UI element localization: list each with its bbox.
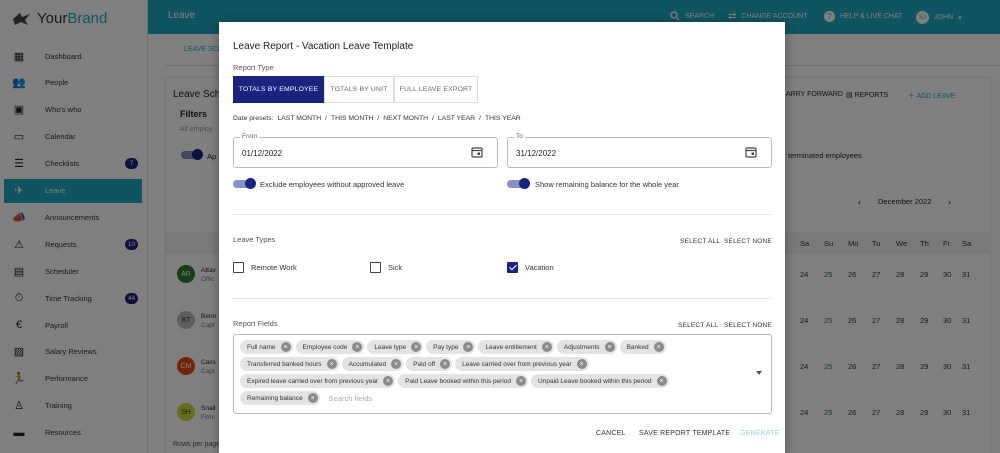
preset-last-month[interactable]: LAST MONTH [277,115,321,122]
remove-chip-icon[interactable]: × [604,342,615,352]
report-field-chips: Full name × Employee code × Leave type × Pay t… [240,340,740,405]
vacation-label: Vacation [525,263,554,272]
remove-chip-icon[interactable]: × [352,342,363,352]
report-field-chip-label: Adjustments [563,343,600,351]
remove-chip-icon[interactable]: × [391,359,402,369]
remote-work-checkbox[interactable] [233,262,244,273]
report-field-chip-label: Banked [626,343,649,351]
vacation-checkbox[interactable] [507,262,518,273]
remove-chip-icon[interactable]: × [440,359,451,369]
remove-chip-icon[interactable]: × [653,342,664,352]
from-date-field[interactable]: From 01/12/2022 [233,133,498,168]
remove-chip-icon[interactable]: × [411,342,422,352]
remove-chip-icon[interactable]: × [326,359,337,369]
divider [233,214,771,215]
calendar-icon[interactable] [745,146,757,158]
preset-this-year[interactable]: THIS YEAR [485,115,521,122]
report-field-chip-label: Leave entitlement [485,343,537,351]
search-fields-input[interactable]: Search fields [323,391,372,405]
report-field-chip-label: Remaining balance [247,394,303,402]
show-balance-label: Show remaining balance for the whole yea… [535,180,679,189]
leave-types-select-none[interactable]: SELECT NONE [724,238,772,245]
report-field-chip-label: Pay type [433,343,459,351]
report-fields-select-all[interactable]: SELECT ALL [678,322,718,329]
report-field-chip-label: Employee code [302,343,348,351]
remove-chip-icon[interactable]: × [656,376,667,386]
exclude-without-leave-label: Exclude employees without approved leave [260,180,405,189]
report-field-chip-label: Leave type [374,343,407,351]
remote-work-label: Remote Work [251,263,297,272]
report-field-chip: Transferred banked hours × [240,357,339,371]
report-field-chip: Adjustments × [556,340,617,354]
from-date-value[interactable]: 01/12/2022 [242,149,282,158]
report-field-chip: Leave entitlement × [478,340,554,354]
to-date-value[interactable]: 31/12/2022 [516,149,556,158]
report-field-chip: Employee code × [295,340,365,354]
remove-chip-icon[interactable]: × [307,393,318,403]
report-field-chip: Full name × [240,340,293,354]
preset-next-month[interactable]: NEXT MONTH [383,115,428,122]
cancel-button[interactable]: CANCEL [596,430,626,437]
leave-types-label: Leave Types [233,235,276,244]
report-field-chip-label: Paid off [413,360,436,368]
calendar-icon[interactable] [471,146,483,158]
report-type-totals-by-unit[interactable]: TOTALS BY UNIT [324,76,394,103]
remove-chip-icon[interactable]: × [516,376,527,386]
show-balance-toggle[interactable] [507,178,530,189]
report-type-full-leave-export[interactable]: FULL LEAVE EXPORT [394,76,478,103]
preset-this-month[interactable]: THIS MONTH [331,115,373,122]
sick-label: Sick [388,263,403,272]
remove-chip-icon[interactable]: × [463,342,474,352]
preset-last-year[interactable]: LAST YEAR [438,115,475,122]
leave-types-select-all[interactable]: SELECT ALL [680,238,720,245]
save-report-template-button[interactable]: SAVE REPORT TEMPLATE [639,430,730,437]
report-field-chip: Banked × [619,340,666,354]
remove-chip-icon[interactable]: × [383,376,394,386]
exclude-without-leave-toggle[interactable] [233,178,256,189]
report-field-chip-label: Transferred banked hours [247,360,322,368]
report-field-chip: Paid Leave booked within this period × [398,374,529,388]
report-field-chip: Expired leave carried over from previous… [240,374,396,388]
date-presets: Date presets: LAST MONTH / THIS MONTH / NE… [233,115,521,122]
to-date-label: To [514,133,525,140]
report-field-chip-label: Full name [247,343,276,351]
report-field-chip: Accumulated × [341,357,404,371]
report-field-chip-label: Accumulated [348,360,387,368]
remove-chip-icon[interactable]: × [280,342,291,352]
remove-chip-icon[interactable]: × [541,342,552,352]
report-type-totals-by-employee[interactable]: TOTALS BY EMPLOYEE [233,76,324,103]
dialog-title: Leave Report - Vacation Leave Template [233,41,414,52]
report-field-chip: Leave type × [367,340,424,354]
remove-chip-icon[interactable]: × [576,359,587,369]
dropdown-arrow-icon[interactable] [756,371,762,375]
date-presets-label: Date presets: [233,115,274,122]
report-fields-select[interactable]: Full name × Employee code × Leave type × Pay t… [233,334,772,414]
report-type-label: Report Type [233,63,274,72]
report-fields-select-none[interactable]: SELECT NONE [724,322,772,329]
from-date-label: From [240,133,260,140]
report-field-chip: Remaining balance × [240,391,320,405]
report-field-chip: Leave carried over from previous year × [455,357,589,371]
report-field-chip-label: Expired leave carried over from previous… [247,377,379,385]
leave-report-dialog: Leave Report - Vacation Leave Template R… [219,22,785,453]
report-field-chip: Pay type × [426,340,476,354]
sick-checkbox[interactable] [370,262,381,273]
report-field-chip-label: Paid Leave booked within this period [405,377,512,385]
report-field-chip-label: Leave carried over from previous year [462,360,572,368]
divider [233,298,771,299]
to-date-field[interactable]: To 31/12/2022 [507,133,772,168]
report-field-chip: Paid off × [406,357,453,371]
generate-button[interactable]: GENERATE [740,430,780,437]
report-field-chip: Unpaid Leave booked within this period × [531,374,669,388]
report-field-chip-label: Unpaid Leave booked within this period [538,377,652,385]
report-fields-label: Report Fields [233,319,278,328]
